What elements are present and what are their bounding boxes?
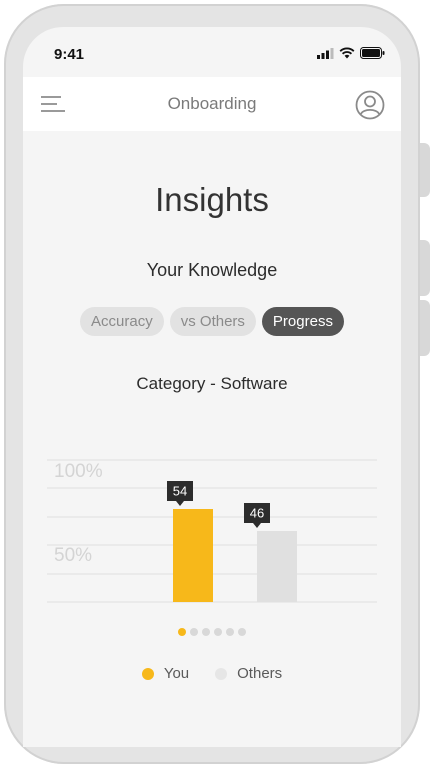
y-tick-label-2: 50% xyxy=(54,545,92,566)
page-indicator xyxy=(23,628,401,636)
page-dot-4[interactable] xyxy=(214,628,222,636)
page-dot-3[interactable] xyxy=(202,628,210,636)
data-label-pointer-others xyxy=(253,523,261,528)
chart-legend: You Others xyxy=(23,665,401,682)
page-subheading: Your Knowledge xyxy=(146,260,278,280)
tab-progress[interactable]: Progress xyxy=(261,307,344,336)
status-time: 9:41 xyxy=(54,46,85,63)
page-heading: Insights xyxy=(155,181,269,218)
tab-accuracy[interactable]: Accuracy xyxy=(80,307,164,336)
bar-others xyxy=(257,531,297,602)
battery-icon xyxy=(360,47,385,59)
legend-item-you: You xyxy=(141,665,190,682)
tab-vs-others[interactable]: vs Others xyxy=(169,307,256,336)
data-label-you: 54 xyxy=(173,484,187,499)
phone-screen: 9:41 Onboarding Insights Your Knowledge … xyxy=(23,27,401,747)
bar-you xyxy=(173,509,213,602)
page-dot-1[interactable] xyxy=(178,628,186,636)
page-dot-6[interactable] xyxy=(238,628,246,636)
status-icons xyxy=(317,47,385,59)
side-button-middle xyxy=(420,240,430,296)
legend-swatch-others xyxy=(215,667,228,680)
side-button-bottom xyxy=(420,300,430,356)
profile-icon[interactable] xyxy=(355,90,385,125)
page-dot-5[interactable] xyxy=(226,628,234,636)
legend-label-you: You xyxy=(163,665,190,682)
nav-bar: Onboarding xyxy=(23,77,401,131)
status-bar: 9:41 xyxy=(23,27,401,77)
chart-title: Category - Software xyxy=(136,374,288,393)
legend-swatch-you xyxy=(141,667,154,680)
segment-tabs: Accuracy vs Others Progress xyxy=(23,307,401,336)
bar-chart: 100% 50% 54 46 xyxy=(47,459,377,603)
wifi-icon xyxy=(339,47,355,59)
signal-icon xyxy=(317,47,334,59)
data-label-others: 46 xyxy=(250,506,264,521)
nav-title: Onboarding xyxy=(167,94,257,113)
y-tick-label-1: 100% xyxy=(54,461,103,482)
side-button-top xyxy=(420,143,430,197)
data-label-pointer-you xyxy=(176,501,184,506)
page-dot-2[interactable] xyxy=(190,628,198,636)
legend-label-others: Others xyxy=(237,665,283,682)
legend-item-others: Others xyxy=(215,665,282,682)
